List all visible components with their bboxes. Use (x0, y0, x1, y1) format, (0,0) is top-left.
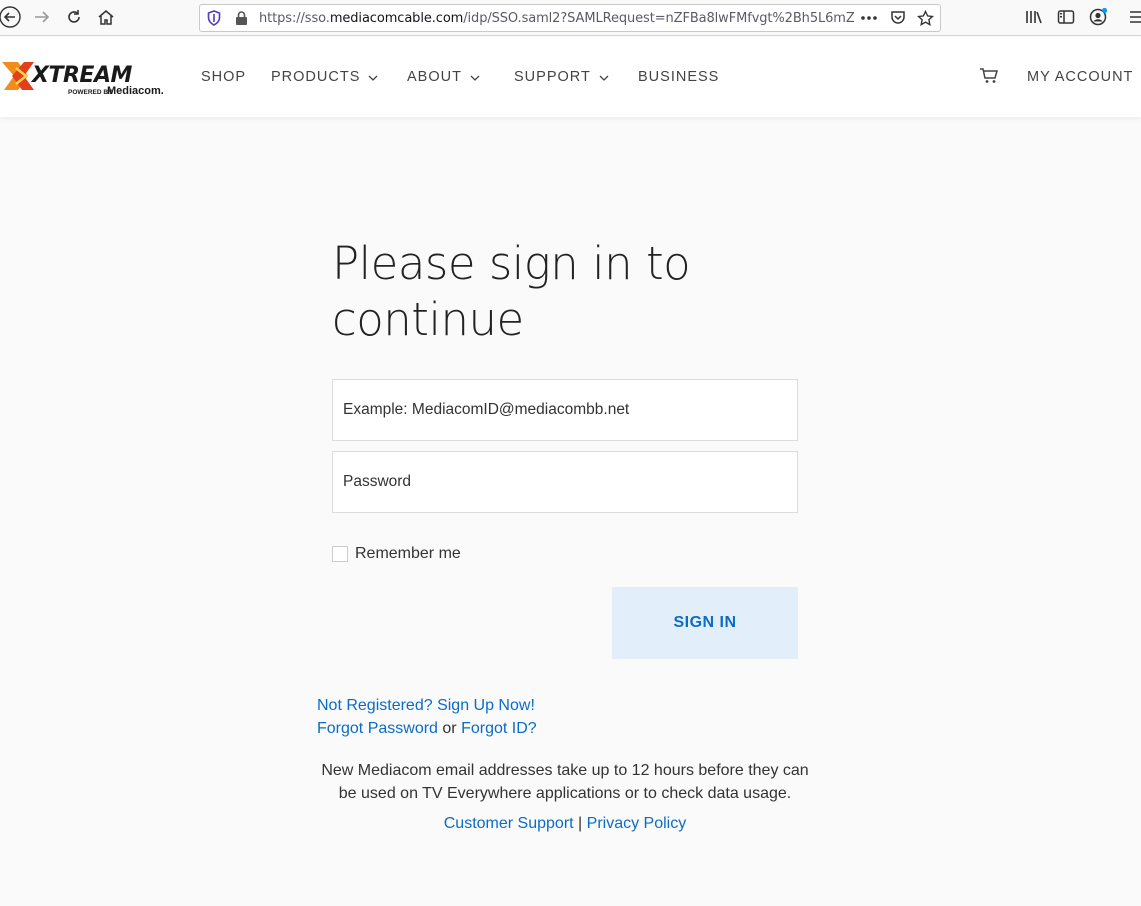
my-account-link[interactable]: MY ACCOUNT (1027, 69, 1133, 85)
account-links: Not Registered? Sign Up Now! Forgot Pass… (317, 694, 537, 740)
account-icon[interactable] (1087, 6, 1109, 28)
password-field[interactable] (332, 451, 798, 513)
nav-shop-label: SHOP (201, 69, 247, 85)
remember-me-label: Remember me (355, 545, 461, 562)
pocket-icon[interactable] (889, 9, 907, 27)
nav-products[interactable]: PRODUCTS (271, 69, 378, 85)
privacy-policy-link[interactable]: Privacy Policy (587, 815, 687, 832)
nav-support[interactable]: SUPPORT (514, 69, 609, 85)
site-header: XTREAM POWERED BY Mediacom. SHOP PRODUCT… (0, 37, 1141, 117)
url-bar[interactable]: https://sso.mediacomcable.com/idp/SSO.sa… (199, 4, 941, 32)
email-note: New Mediacom email addresses take up to … (321, 762, 809, 802)
nav-about-label: ABOUT (407, 69, 462, 85)
page-title: Please sign in to continue (332, 237, 691, 346)
forward-icon[interactable] (30, 5, 54, 29)
chevron-down-icon (599, 69, 609, 85)
sign-up-link[interactable]: Not Registered? Sign Up Now! (317, 697, 535, 714)
more-icon[interactable] (860, 9, 878, 27)
svg-text:Mediacom.: Mediacom. (107, 85, 164, 96)
customer-support-link[interactable]: Customer Support (444, 815, 574, 832)
remember-me[interactable]: Remember me (332, 545, 461, 563)
chevron-down-icon (368, 69, 378, 85)
cart-icon[interactable] (979, 67, 999, 85)
nav-about[interactable]: ABOUT (407, 69, 480, 85)
nav-business-label: BUSINESS (638, 69, 720, 85)
footer-separator: | (578, 815, 583, 832)
browser-toolbar: https://sso.mediacomcable.com/idp/SSO.sa… (0, 0, 1141, 36)
url-text[interactable]: https://sso.mediacomcable.com/idp/SSO.sa… (259, 11, 854, 26)
bookmark-star-icon[interactable] (916, 9, 934, 27)
nav-support-label: SUPPORT (514, 69, 591, 85)
library-icon[interactable] (1023, 6, 1045, 28)
xtream-logo[interactable]: XTREAM POWERED BY Mediacom. (2, 56, 180, 97)
sign-in-button[interactable]: SIGN IN (612, 587, 798, 659)
email-field[interactable] (332, 379, 798, 441)
nav-products-label: PRODUCTS (271, 69, 361, 85)
lock-icon[interactable] (232, 9, 250, 27)
footer-links: Customer Support | Privacy Policy (315, 815, 815, 833)
sidebar-icon[interactable] (1055, 6, 1077, 28)
chevron-down-icon (470, 69, 480, 85)
home-icon[interactable] (94, 5, 118, 29)
reload-icon[interactable] (62, 5, 86, 29)
remember-me-checkbox[interactable] (332, 546, 348, 562)
shield-icon[interactable] (205, 9, 223, 27)
forgot-password-link[interactable]: Forgot Password (317, 720, 438, 737)
or-text: or (442, 720, 457, 737)
nav-business[interactable]: BUSINESS (638, 69, 719, 85)
forgot-id-link[interactable]: Forgot ID? (461, 720, 537, 737)
back-icon[interactable] (0, 5, 22, 29)
menu-icon[interactable] (1125, 6, 1141, 28)
nav-shop[interactable]: SHOP (201, 69, 246, 85)
